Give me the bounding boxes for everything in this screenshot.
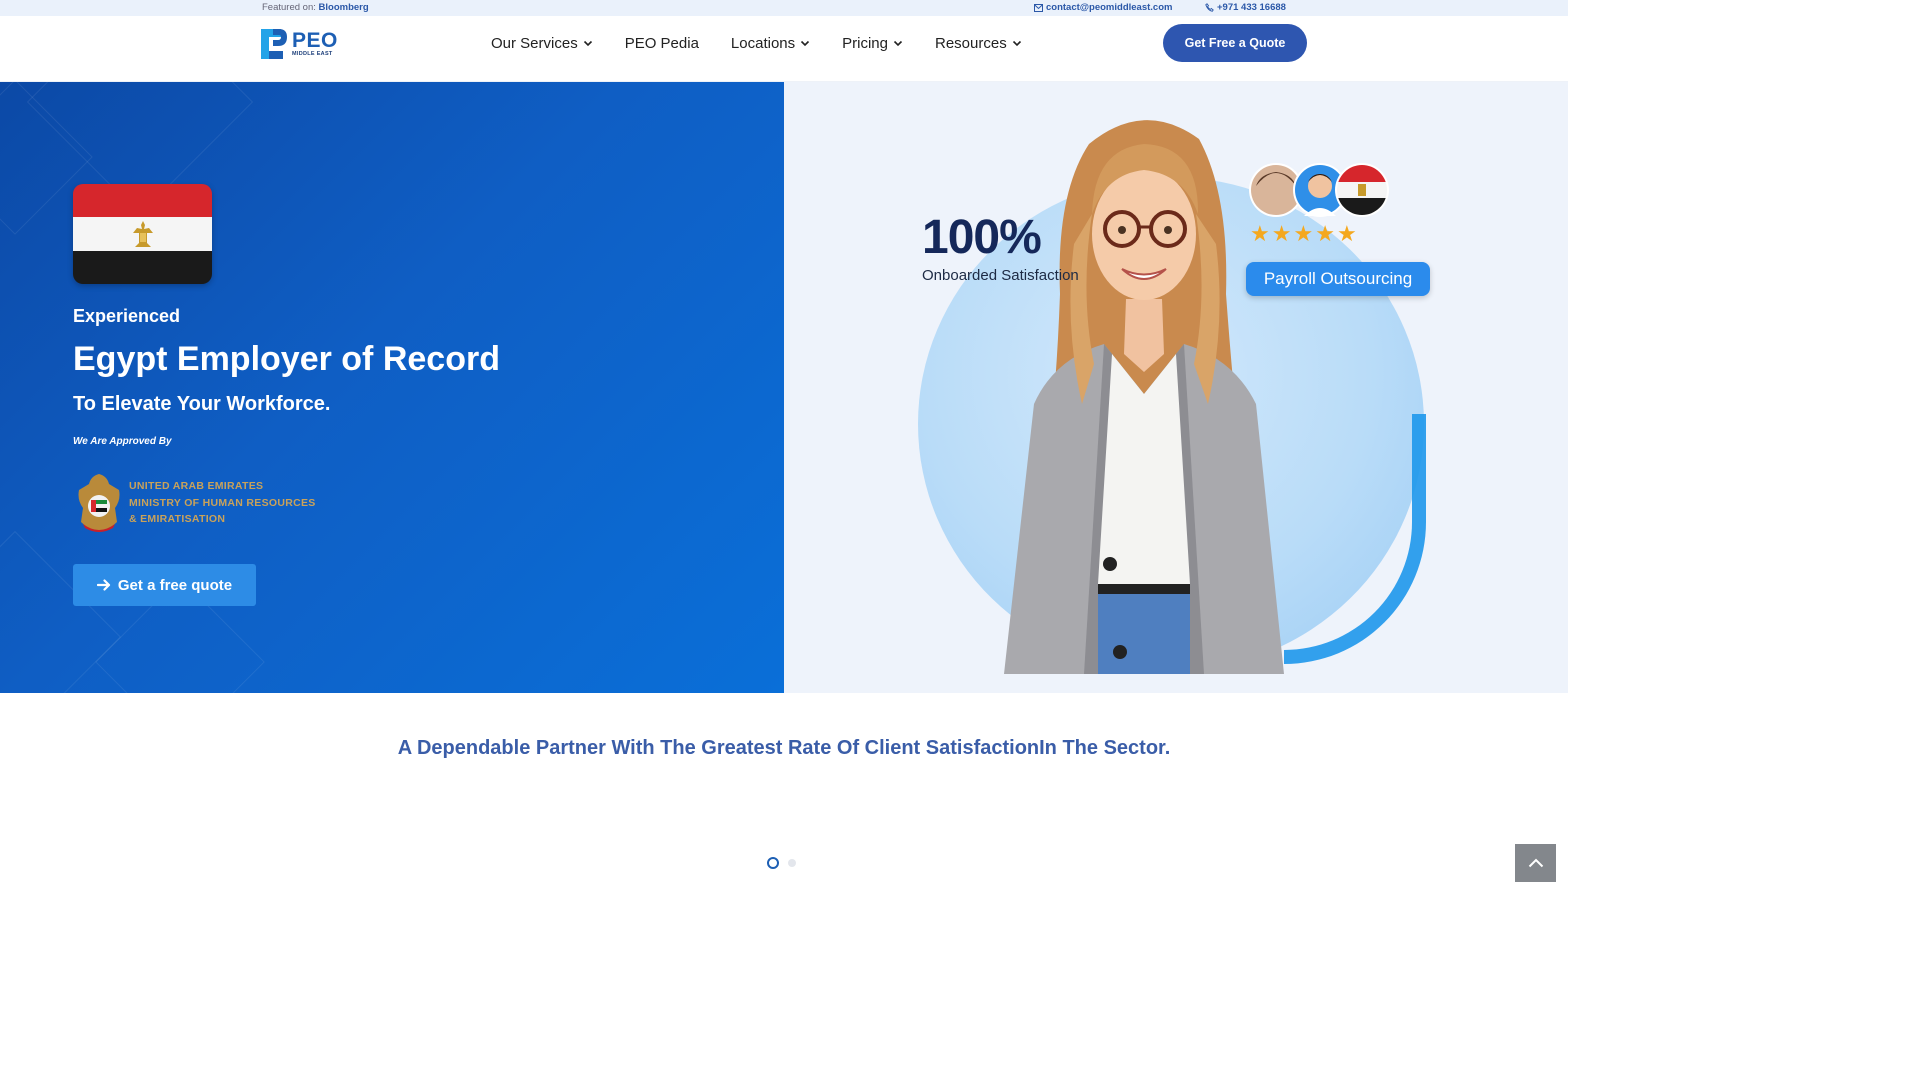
egypt-flag [73,184,212,284]
customer-avatars [1249,163,1389,217]
featured-brand-link[interactable]: Bloomberg [319,2,369,13]
star-icon: ★ [1271,221,1292,246]
chevron-down-icon [801,40,810,47]
nav-locations[interactable]: Locations [731,34,810,52]
hero-image-panel: 100% Onboarded Satisfaction ★ ★ ★ ★ ★ Pa… [784,82,1568,693]
hero-subtitle: To Elevate Your Workforce. [73,393,331,415]
uae-emblem-icon [78,474,120,532]
chevron-down-icon [583,40,592,47]
back-to-top-button[interactable] [1515,844,1556,882]
section-tagline: A Dependable Partner With The Greatest R… [397,737,1171,759]
chevron-up-icon [1528,858,1543,868]
get-a-free-quote-button[interactable]: Get a free quote [73,564,256,606]
ministry-name: UNITED ARAB EMIRATES MINISTRY OF HUMAN R… [129,478,316,528]
logo-wordmark: PEO MIDDLE EAST [292,30,338,58]
featured-on: Featured on: Bloomberg [262,2,369,13]
featured-prefix: Featured on: [262,2,316,13]
email-text: contact@peomiddleast.com [1046,2,1173,13]
logo-sub-text: MIDDLE EAST [292,51,333,58]
approved-by-label: We Are Approved By [73,436,172,447]
chevron-down-icon [1012,40,1021,47]
site-logo[interactable]: PEO MIDDLE EAST [261,28,341,60]
star-icon: ★ [1293,221,1314,246]
arrow-right-icon [96,579,110,591]
ministry-line: UNITED ARAB EMIRATES [129,480,264,493]
slider-pagination [767,857,796,869]
logo-main-text: PEO [292,29,338,53]
phone-link[interactable]: +971 433 16688 [1205,2,1286,13]
payroll-outsourcing-badge: Payroll Outsourcing [1246,262,1430,296]
phone-icon [1205,3,1214,12]
slider-dot-active[interactable] [767,857,779,869]
nav-label: PEO Pedia [624,34,699,52]
chevron-down-icon [893,40,903,47]
eagle-emblem-icon [133,221,153,248]
get-free-quote-button[interactable]: Get Free a Quote [1163,24,1307,62]
nav-label: Pricing [842,34,888,52]
star-icon: ★ [1250,221,1270,246]
nav-peo-pedia[interactable]: PEO Pedia [625,34,699,52]
nav-label: Resources [935,34,1007,52]
slider-dot[interactable] [788,859,796,867]
top-info-bar: Featured on: Bloomberg contact@peomiddle… [0,0,1568,16]
nav-our-services[interactable]: Our Services [491,34,593,52]
hero-eyebrow: Experienced [73,306,181,326]
ministry-line: & EMIRATISATION [129,513,226,526]
satisfaction-stat-label: Onboarded Satisfaction [922,267,1079,284]
peo-logo-mark-icon [261,29,287,59]
nav-pricing[interactable]: Pricing [842,34,903,52]
ministry-line: MINISTRY OF HUMAN RESOURCES [129,496,316,509]
button-label: Get a free quote [117,576,233,594]
satisfaction-stat-value: 100% [922,211,1042,264]
decorative-ring [1284,414,1426,664]
email-link[interactable]: contact@peomiddleast.com [1034,2,1172,13]
nav-label: Our Services [491,34,578,52]
rating-stars: ★ ★ ★ ★ ★ [1250,223,1357,245]
site-header: PEO MIDDLE EAST Our Services PEO Pedia L… [0,16,1568,82]
nav-label: Locations [730,34,796,52]
nav-resources[interactable]: Resources [935,34,1022,52]
star-icon: ★ [1336,221,1357,246]
star-icon: ★ [1315,221,1335,246]
envelope-icon [1034,3,1043,12]
phone-text: +971 433 16688 [1217,2,1286,13]
hero-title: Egypt Employer of Record [73,340,500,378]
ministry-badge: UNITED ARAB EMIRATES MINISTRY OF HUMAN R… [73,470,316,536]
main-nav: Our Services PEO Pedia Locations Pricing… [491,34,1022,52]
